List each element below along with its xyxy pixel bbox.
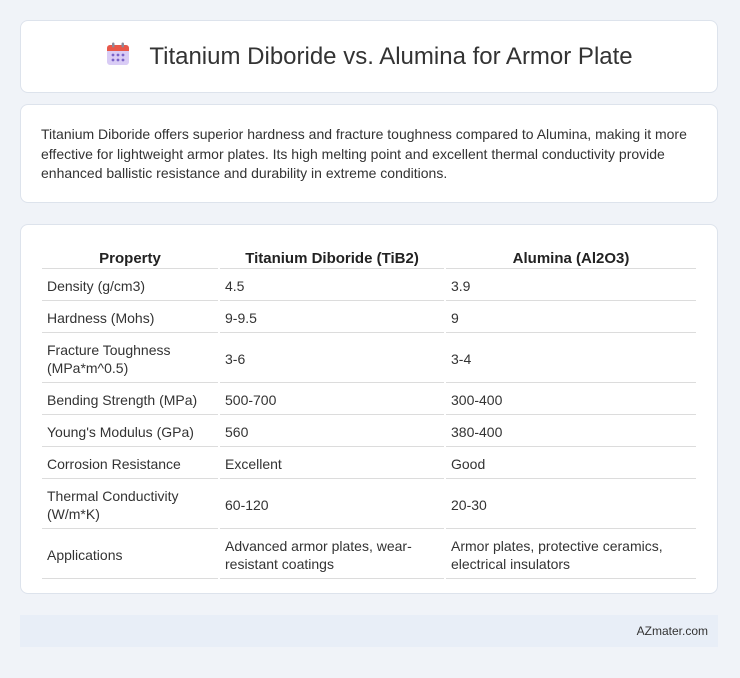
table-row: Fracture Toughness (MPa*m^0.5) 3-6 3-4 — [42, 335, 696, 383]
title-wrap: Titanium Diboride vs. Alumina for Armor … — [105, 41, 633, 72]
property-cell: Corrosion Resistance — [42, 449, 218, 479]
tib2-cell: 4.5 — [220, 271, 444, 301]
al2o3-cell: 3.9 — [446, 271, 696, 301]
al2o3-cell: Good — [446, 449, 696, 479]
property-cell: Density (g/cm3) — [42, 271, 218, 301]
column-header-al2o3: Alumina (Al2O3) — [446, 247, 696, 269]
column-header-tib2: Titanium Diboride (TiB2) — [220, 247, 444, 269]
tib2-cell: 560 — [220, 417, 444, 447]
al2o3-cell: 380-400 — [446, 417, 696, 447]
table-row: Young's Modulus (GPa) 560 380-400 — [42, 417, 696, 447]
footer: AZmater.com — [20, 615, 718, 647]
property-cell: Applications — [42, 531, 218, 579]
tib2-cell: 60-120 — [220, 481, 444, 529]
al2o3-cell: 9 — [446, 303, 696, 333]
comparison-card: Property Titanium Diboride (TiB2) Alumin… — [20, 224, 718, 594]
footer-brand: AZmater.com — [636, 624, 708, 638]
column-header-property: Property — [42, 247, 218, 269]
header-card: Titanium Diboride vs. Alumina for Armor … — [20, 20, 718, 93]
comparison-table: Property Titanium Diboride (TiB2) Alumin… — [40, 245, 698, 581]
table-row: Density (g/cm3) 4.5 3.9 — [42, 271, 696, 301]
al2o3-cell: Armor plates, protective ceramics, elect… — [446, 531, 696, 579]
table-row: Corrosion Resistance Excellent Good — [42, 449, 696, 479]
page-title: Titanium Diboride vs. Alumina for Armor … — [149, 42, 633, 70]
tib2-cell: Excellent — [220, 449, 444, 479]
property-cell: Hardness (Mohs) — [42, 303, 218, 333]
table-row: Bending Strength (MPa) 500-700 300-400 — [42, 385, 696, 415]
description-text: Titanium Diboride offers superior hardne… — [41, 126, 687, 181]
table-row: Hardness (Mohs) 9-9.5 9 — [42, 303, 696, 333]
al2o3-cell: 300-400 — [446, 385, 696, 415]
table-header-row: Property Titanium Diboride (TiB2) Alumin… — [42, 247, 696, 269]
property-cell: Fracture Toughness (MPa*m^0.5) — [42, 335, 218, 383]
calendar-icon — [105, 41, 131, 72]
al2o3-cell: 3-4 — [446, 335, 696, 383]
tib2-cell: Advanced armor plates, wear-resistant co… — [220, 531, 444, 579]
table-row: Thermal Conductivity (W/m*K) 60-120 20-3… — [42, 481, 696, 529]
property-cell: Thermal Conductivity (W/m*K) — [42, 481, 218, 529]
al2o3-cell: 20-30 — [446, 481, 696, 529]
tib2-cell: 500-700 — [220, 385, 444, 415]
description-card: Titanium Diboride offers superior hardne… — [20, 104, 718, 203]
property-cell: Bending Strength (MPa) — [42, 385, 218, 415]
tib2-cell: 9-9.5 — [220, 303, 444, 333]
tib2-cell: 3-6 — [220, 335, 444, 383]
property-cell: Young's Modulus (GPa) — [42, 417, 218, 447]
table-row: Applications Advanced armor plates, wear… — [42, 531, 696, 579]
